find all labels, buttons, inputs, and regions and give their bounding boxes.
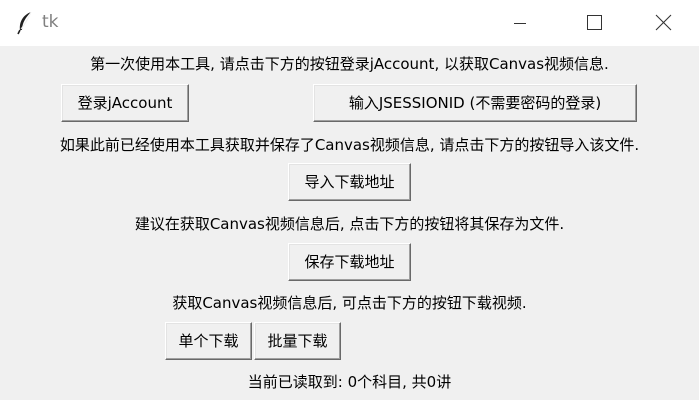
window-title: tk — [42, 12, 59, 32]
minimize-button[interactable] — [495, 0, 555, 46]
main-content: 第一次使用本工具, 请点击下方的按钮登录jAccount, 以获取Canvas视… — [0, 46, 699, 400]
read-status-label: 当前已读取到: 0个科目, 共0讲 — [247, 373, 452, 391]
close-button[interactable] — [634, 0, 694, 46]
login-hint-label: 第一次使用本工具, 请点击下方的按钮登录jAccount, 以获取Canvas视… — [90, 55, 609, 73]
title-bar[interactable]: tk — [0, 0, 699, 46]
login-jaccount-button[interactable]: 登录jAccount — [61, 84, 189, 122]
single-download-button[interactable]: 单个下载 — [165, 322, 252, 360]
input-jsessionid-button[interactable]: 输入JSESSIONID (不需要密码的登录) — [313, 84, 637, 122]
feather-icon — [14, 11, 36, 35]
import-urls-button[interactable]: 导入下载地址 — [288, 163, 411, 201]
save-hint-label: 建议在获取Canvas视频信息后, 点击下方的按钮将其保存为文件. — [134, 215, 565, 233]
maximize-icon — [587, 15, 602, 30]
batch-download-button[interactable]: 批量下载 — [254, 322, 341, 360]
close-icon — [655, 14, 672, 31]
app-window: tk 第一次使用本工具, 请点击下方的按钮登录jAccount, 以获取Canv… — [0, 0, 699, 400]
maximize-button[interactable] — [564, 0, 624, 46]
download-hint-label: 获取Canvas视频信息后, 可点击下方的按钮下载视频. — [172, 294, 527, 312]
import-hint-label: 如果此前已经使用本工具获取并保存了Canvas视频信息, 请点击下方的按钮导入该… — [59, 136, 640, 154]
save-urls-button[interactable]: 保存下载地址 — [288, 243, 411, 281]
